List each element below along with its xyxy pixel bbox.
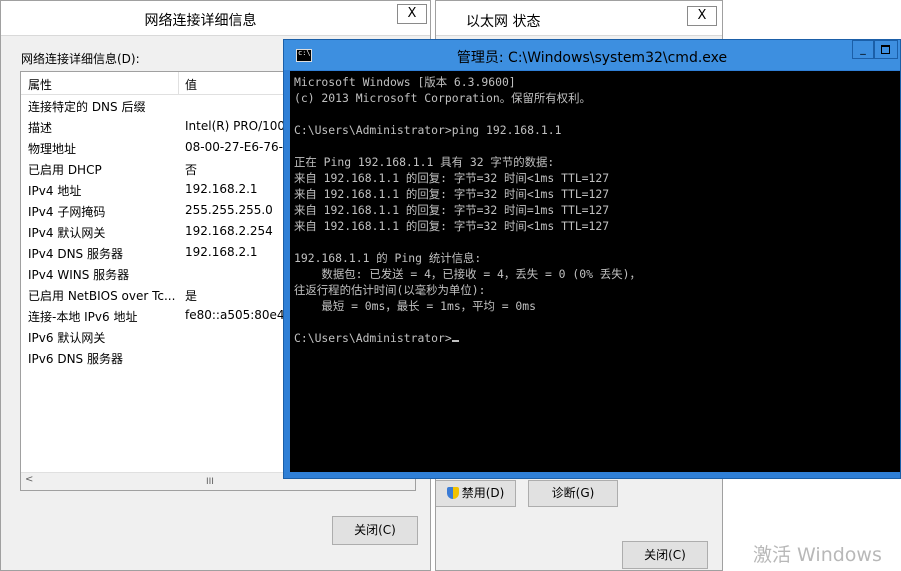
value-cell: Intel(R) PRO/1000 [185,119,293,133]
uac-shield-icon [446,487,459,499]
details-titlebar[interactable]: 网络连接详细信息 X [1,1,430,36]
disable-button-label: 禁用(D) [461,486,505,500]
value-cell: fe80::a505:80e4:f [185,308,293,322]
column-separator[interactable] [178,72,179,94]
details-close-button[interactable]: 关闭(C) [332,516,418,545]
ethernet-close-button[interactable]: 关闭(C) [622,541,708,569]
property-cell: 描述 [28,121,53,135]
console-output: Microsoft Windows [版本 6.3.9600] (c) 2013… [294,75,641,313]
value-cell: 192.168.2.254 [185,224,273,238]
value-cell: 192.168.2.1 [185,245,258,259]
cmd-window: 管理员: C:\Windows\system32\cmd.exe _ Micro… [283,39,901,479]
text-cursor [451,340,459,342]
scroll-left-arrow-icon[interactable]: < [25,474,33,485]
value-cell: 否 [185,163,198,177]
details-list-label: 网络连接详细信息(D): [21,52,140,66]
details-close-x-button[interactable]: X [397,4,427,24]
details-title: 网络连接详细信息 [144,13,257,29]
property-cell: 连接特定的 DNS 后缀 [28,100,146,114]
activate-windows-watermark: 激活 Windows [753,544,882,566]
maximize-button[interactable] [874,40,898,59]
property-cell: IPv6 默认网关 [28,331,106,345]
property-cell: IPv4 子网掩码 [28,205,106,219]
value-cell: 192.168.2.1 [185,182,258,196]
console-prompt: C:\Users\Administrator> [294,331,452,345]
cmd-titlebar[interactable]: 管理员: C:\Windows\system32\cmd.exe _ [284,40,900,70]
property-cell: IPv6 DNS 服务器 [28,352,123,366]
console-text: Microsoft Windows [版本 6.3.9600] (c) 2013… [290,71,900,346]
scroll-thumb[interactable]: III [206,477,214,487]
column-header-property[interactable]: 属性 [28,76,52,93]
ethernet-title: 以太网 状态 [466,14,541,30]
minimize-button[interactable]: _ [852,40,874,59]
property-cell: IPv4 默认网关 [28,226,106,240]
property-cell: 物理地址 [28,142,77,156]
console-output-area[interactable]: Microsoft Windows [版本 6.3.9600] (c) 2013… [290,71,900,472]
property-cell: IPv4 DNS 服务器 [28,247,123,261]
disable-button[interactable]: 禁用(D) [436,480,516,507]
property-cell: IPv4 WINS 服务器 [28,268,130,282]
ethernet-close-x-button[interactable]: X [687,6,717,26]
value-cell: 08-00-27-E6-76-1 [185,140,291,154]
property-cell: IPv4 地址 [28,184,82,198]
property-cell: 已启用 DHCP [28,163,102,177]
property-cell: 已启用 NetBIOS over Tc... [28,289,176,303]
cmd-title: 管理员: C:\Windows\system32\cmd.exe [456,50,728,66]
value-cell: 255.255.255.0 [185,203,273,217]
property-cell: 连接-本地 IPv6 地址 [28,310,138,324]
diagnose-button[interactable]: 诊断(G) [528,480,618,507]
ethernet-titlebar[interactable]: 以太网 状态 X [436,1,722,36]
column-header-value[interactable]: 值 [185,76,197,93]
value-cell: 是 [185,289,198,303]
